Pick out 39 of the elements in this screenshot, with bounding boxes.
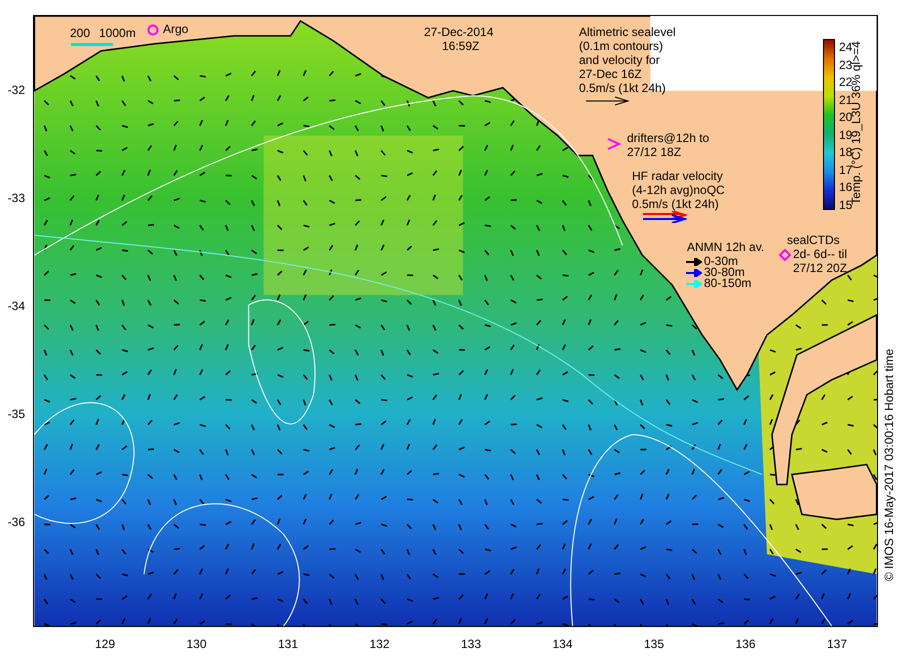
colorbar-tick-label: 23 bbox=[839, 58, 852, 72]
colorbar-tick-label: 20 bbox=[839, 110, 852, 124]
altimetry-legend-text: Altimetric sealevel (0.1m contours) and velocity for 27-Dec 16Z 0.5m/s (1kt 24h) bbox=[579, 25, 676, 95]
map-date: 27-Dec-2014 bbox=[424, 25, 494, 39]
axis-tick-label: -36 bbox=[8, 515, 25, 529]
anmn-depth-label: 30-80m bbox=[704, 265, 745, 279]
seal-ctds-legend-title: sealCTDs bbox=[787, 233, 840, 247]
depth-scale-label: 1000m bbox=[99, 26, 136, 40]
map-time: 16:59Z bbox=[442, 39, 480, 53]
colorbar-tick-label: 16 bbox=[839, 180, 852, 194]
axis-tick-label: -33 bbox=[8, 191, 25, 205]
axis-tick-label: 133 bbox=[460, 637, 482, 651]
axis-tick-label: -35 bbox=[8, 407, 25, 421]
axis-tick-label: 135 bbox=[644, 637, 664, 651]
axis-tick-label: 136 bbox=[735, 637, 756, 651]
colorbar-tick-label: 15 bbox=[839, 198, 852, 212]
axis-tick-label: 134 bbox=[552, 637, 573, 651]
colorbar-tick-label: 24 bbox=[839, 40, 852, 54]
colorbar-tick-label: 21 bbox=[839, 92, 852, 106]
axis-tick-label: -32 bbox=[8, 83, 25, 97]
depth-scale-label: 200 bbox=[70, 26, 90, 40]
anmn-legend-title: ANMN 12h av. bbox=[687, 240, 764, 254]
colorbar-tick-label: 22 bbox=[839, 75, 852, 89]
hf-radar-legend-text: HF radar velocity (4-12h avg)noQC 0.5m/s (1kt 24h) bbox=[632, 169, 725, 211]
colorbar-tick-label: 17 bbox=[839, 162, 852, 176]
colorbar-tick-label: 18 bbox=[839, 145, 852, 159]
colorbar-tick-label: 19 bbox=[839, 128, 852, 142]
axis-tick-label: 132 bbox=[369, 637, 390, 651]
axis-tick-label: -34 bbox=[8, 299, 25, 313]
axis-tick-label: 131 bbox=[278, 637, 298, 651]
axis-tick-label: 130 bbox=[186, 637, 207, 651]
drifters-legend-text: drifters@12h to 27/12 18Z bbox=[627, 131, 710, 159]
credit-text: © IMOS 16-May-2017 03:00:16 Hobart time bbox=[882, 348, 896, 582]
axis-tick-label: 137 bbox=[826, 637, 848, 651]
argo-legend-label: Argo bbox=[163, 22, 188, 36]
anmn-depth-label: 0-30m bbox=[704, 254, 738, 268]
seal-ctds-legend-text: 2d- 6d-- til 27/12 20Z bbox=[793, 247, 848, 275]
axis-tick-label: 129 bbox=[94, 637, 116, 651]
anmn-depth-label: 80-150m bbox=[704, 276, 752, 290]
